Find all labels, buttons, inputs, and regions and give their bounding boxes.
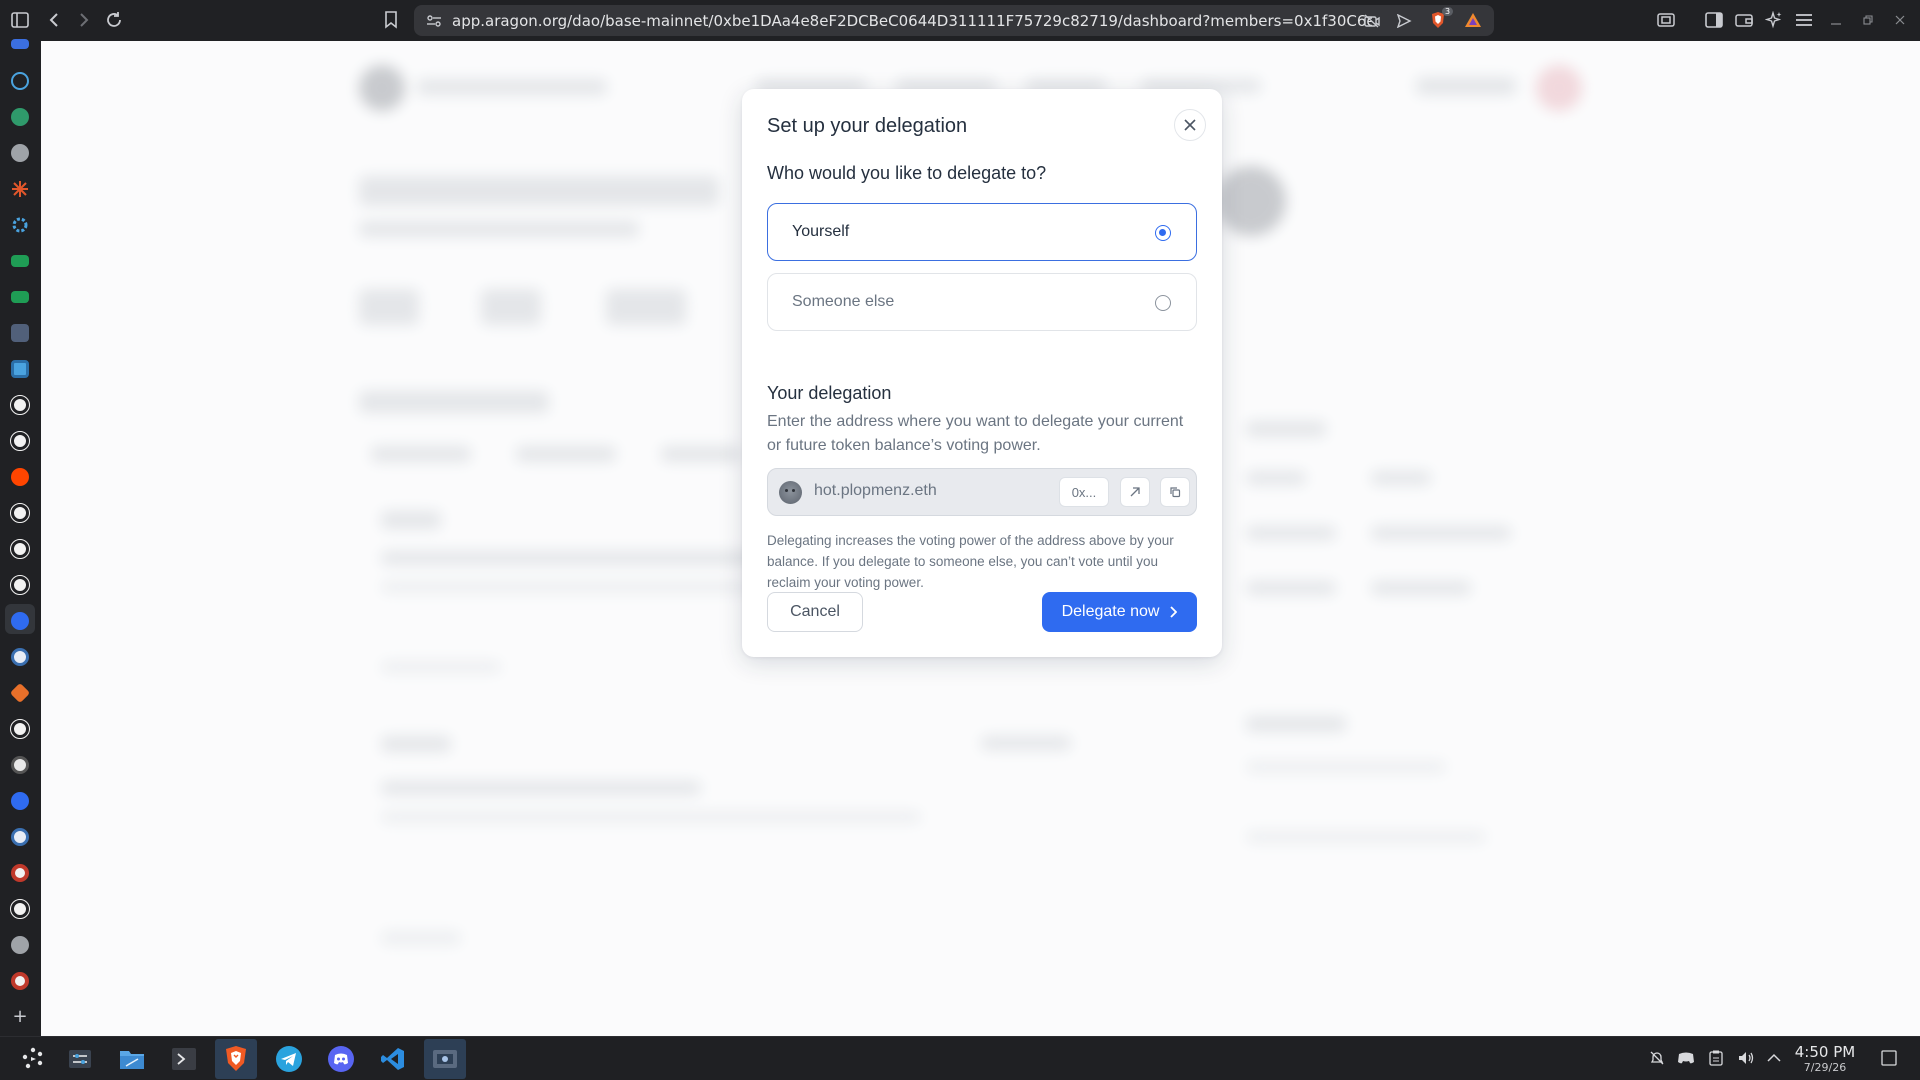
app-icon[interactable] <box>11 792 29 810</box>
system-taskbar: 4:50 PM 7/29/26 <box>0 1036 1920 1080</box>
brave-icon[interactable] <box>215 1039 257 1079</box>
app-icon[interactable] <box>11 828 29 846</box>
app-icon[interactable] <box>11 180 29 198</box>
shields-count-badge: 3 <box>1442 7 1454 16</box>
dialog-title: Set up your delegation <box>767 115 968 137</box>
site-settings-icon[interactable] <box>426 13 442 32</box>
reddit-icon[interactable] <box>11 468 29 486</box>
app-icon[interactable] <box>11 324 29 342</box>
delegate-label: Delegate now <box>1061 603 1160 620</box>
file-manager-icon[interactable] <box>111 1039 153 1079</box>
github-icon[interactable] <box>10 503 30 523</box>
leo-ai-icon[interactable] <box>1762 8 1786 32</box>
external-link-icon <box>1130 487 1140 497</box>
delegate-now-button[interactable]: Delegate now <box>1042 592 1197 632</box>
volume-icon[interactable] <box>1737 1049 1755 1067</box>
forward-icon[interactable] <box>72 8 96 32</box>
brave-rewards-icon[interactable] <box>1464 12 1482 32</box>
address-bar[interactable]: app.aragon.org/dao/base-mainnet/0xbe1DAa… <box>414 5 1494 36</box>
show-desktop-icon[interactable] <box>1880 1049 1898 1067</box>
screenshot-icon[interactable] <box>424 1039 466 1079</box>
open-explorer-button[interactable] <box>1120 477 1150 507</box>
discord-tray-icon[interactable] <box>1677 1049 1695 1067</box>
option-label: Someone else <box>792 293 895 310</box>
app-icon[interactable] <box>9 682 31 704</box>
browser-toolbar: app.aragon.org/dao/base-mainnet/0xbe1DAa… <box>0 0 1920 41</box>
app-icon[interactable] <box>11 612 29 630</box>
app-icon[interactable] <box>11 255 29 267</box>
plus-icon[interactable]: + <box>11 1008 29 1026</box>
close-dialog-button[interactable] <box>1174 109 1206 141</box>
github-icon[interactable] <box>10 719 30 739</box>
app-icon[interactable] <box>11 291 29 303</box>
section-title: Your delegation <box>767 383 892 403</box>
app-icon[interactable] <box>11 360 29 378</box>
system-settings-icon[interactable] <box>59 1039 101 1079</box>
clock-time[interactable]: 4:50 PM <box>1790 1043 1860 1061</box>
wallet-icon[interactable] <box>1732 8 1756 32</box>
reload-icon[interactable] <box>102 8 126 32</box>
github-icon[interactable] <box>10 539 30 559</box>
section-description: Enter the address where you want to dele… <box>767 413 1184 454</box>
vertical-tab-strip: + <box>0 39 41 1036</box>
chevron-up-icon[interactable] <box>1765 1049 1783 1067</box>
radio-dot <box>1159 229 1166 236</box>
radio-selected[interactable] <box>1155 225 1171 241</box>
bookmark-icon[interactable] <box>379 8 403 32</box>
sidebar-panel-icon[interactable] <box>1702 8 1726 32</box>
calendar-icon[interactable] <box>11 39 29 49</box>
globe-icon[interactable] <box>11 144 29 162</box>
back-icon[interactable] <box>42 8 66 32</box>
delegation-dialog: Set up your delegation Who would you lik… <box>742 89 1222 657</box>
chevron-right-icon <box>1170 606 1178 618</box>
cancel-label: Cancel <box>790 603 840 620</box>
delegate-question: Who would you like to delegate to? <box>767 163 1047 183</box>
clipboard-icon[interactable] <box>1707 1049 1725 1067</box>
discord-icon[interactable] <box>320 1039 362 1079</box>
minimize-icon[interactable] <box>1824 8 1848 32</box>
delegation-note: Delegating increases the voting power of… <box>767 533 1174 590</box>
app-icon[interactable] <box>11 756 29 774</box>
github-icon[interactable] <box>10 899 30 919</box>
github-icon[interactable] <box>10 431 30 451</box>
cancel-button[interactable]: Cancel <box>767 592 863 632</box>
ens-name: hot.plopmenz.eth <box>814 482 937 499</box>
screenshot-tool-icon[interactable] <box>1654 8 1678 32</box>
close-window-icon[interactable] <box>1888 8 1912 32</box>
app-icon[interactable] <box>11 648 29 666</box>
notifications-off-icon[interactable] <box>1648 1049 1666 1067</box>
url-text[interactable]: app.aragon.org/dao/base-mainnet/0xbe1DAa… <box>452 12 1372 30</box>
copy-address-button[interactable] <box>1160 477 1190 507</box>
terminal-icon[interactable] <box>163 1039 205 1079</box>
option-yourself[interactable]: Yourself <box>767 203 1197 261</box>
telegram-icon[interactable] <box>268 1039 310 1079</box>
page-viewport: Set up your delegation Who would you lik… <box>41 41 1920 1036</box>
sidebar-toggle-icon[interactable] <box>8 8 32 32</box>
launcher-icon[interactable] <box>12 1039 54 1079</box>
address-chip[interactable]: 0x... <box>1059 477 1109 507</box>
clock-date[interactable]: 7/29/26 <box>1790 1061 1860 1074</box>
restore-icon[interactable] <box>1856 8 1880 32</box>
settings-icon[interactable] <box>11 216 29 234</box>
globe-icon[interactable] <box>11 936 29 954</box>
share-icon[interactable] <box>1396 13 1412 32</box>
no-camera-icon[interactable] <box>1364 13 1380 32</box>
app-icon[interactable] <box>11 72 29 90</box>
option-label: Yourself <box>792 223 850 240</box>
radio-unselected[interactable] <box>1155 295 1171 311</box>
github-icon[interactable] <box>10 395 30 415</box>
menu-icon[interactable] <box>1792 8 1816 32</box>
copy-icon <box>1170 487 1181 498</box>
address-avatar <box>779 481 802 504</box>
globe-icon[interactable] <box>11 108 29 126</box>
app-icon[interactable] <box>11 864 29 882</box>
delegate-address-field: hot.plopmenz.eth 0x... <box>767 468 1197 516</box>
github-icon[interactable] <box>10 575 30 595</box>
vscode-icon[interactable] <box>372 1039 414 1079</box>
app-icon[interactable] <box>11 972 29 990</box>
close-icon <box>1184 119 1196 131</box>
option-someone-else[interactable]: Someone else <box>767 273 1197 331</box>
